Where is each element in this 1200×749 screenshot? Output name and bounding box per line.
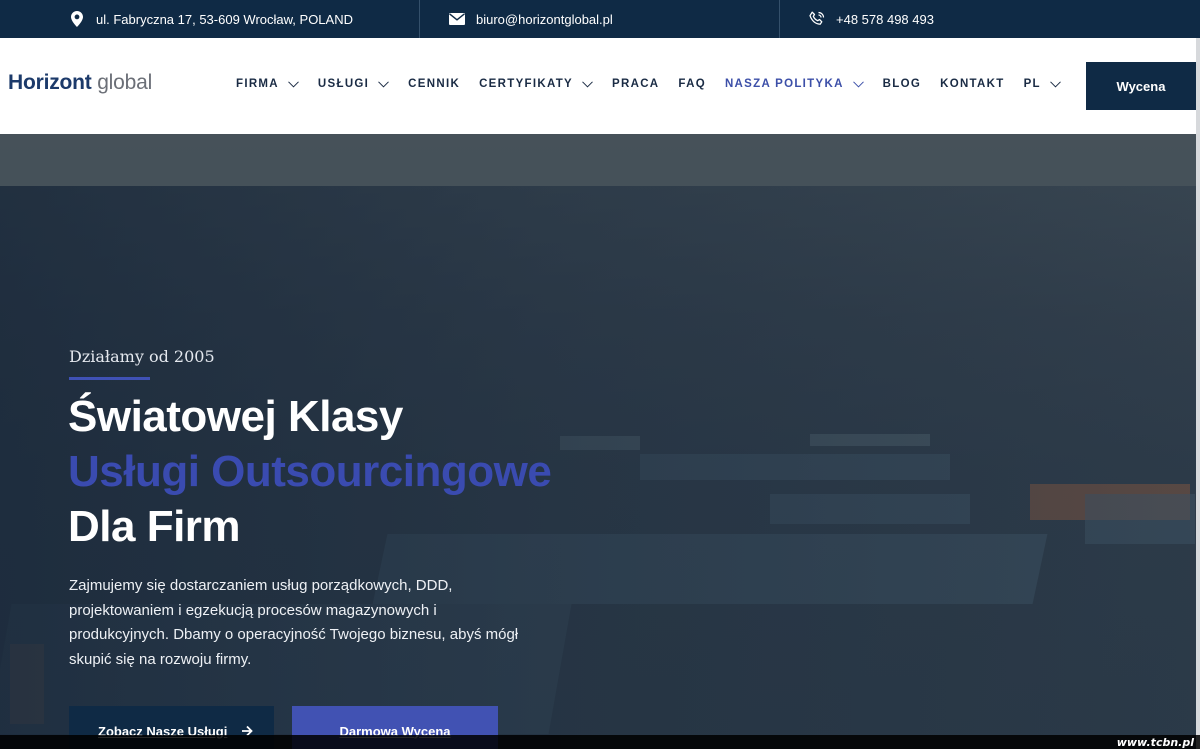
- nav-label: FIRMA: [236, 78, 279, 90]
- nav-item-cennik[interactable]: CENNIK: [408, 78, 460, 90]
- address-item: ul. Fabryczna 17, 53-609 Wrocław, POLAND: [0, 0, 420, 38]
- nav-item-firma[interactable]: FIRMA: [236, 78, 299, 90]
- hero-section: Działamy od 2005 Światowej Klasy Usługi …: [0, 134, 1196, 749]
- chevron-down-icon: [1050, 80, 1061, 88]
- nav-label: USŁUGI: [317, 78, 370, 90]
- logo-bold-text: Horizont: [8, 71, 92, 94]
- hero-title-line3: Dla Firm: [68, 502, 241, 551]
- nav-label: KONTAKT: [940, 78, 1005, 90]
- chevron-down-icon: [852, 80, 864, 88]
- kicker-underline: [69, 377, 150, 380]
- nav-item-uslugi[interactable]: USŁUGI: [317, 78, 390, 90]
- nav-label: FAQ: [678, 78, 706, 90]
- watermark-text: www.tcbn.pl: [1116, 736, 1194, 749]
- quote-button[interactable]: Wycena: [1086, 62, 1196, 110]
- hero-description: Zajmujemy się dostarczaniem usług porząd…: [69, 577, 519, 668]
- nav-label: CERTYFIKATY: [479, 78, 574, 90]
- hero-title-line1: Światowej Klasy: [68, 392, 403, 441]
- hero-title-line2: Usługi Outsourcingowe: [68, 447, 552, 496]
- nav-item-praca[interactable]: PRACA: [612, 78, 659, 90]
- language-selector[interactable]: PL: [1024, 78, 1061, 90]
- nav-label: PRACA: [612, 78, 660, 90]
- nav-item-kontakt[interactable]: KONTAKT: [940, 78, 1004, 90]
- chevron-down-icon: [378, 80, 390, 88]
- nav-item-nasza-polityka[interactable]: NASZA POLITYKA: [725, 78, 864, 90]
- site-header: Horizont global FIRMA USŁUGI CENNIK CERT…: [0, 38, 1200, 134]
- chevron-down-icon: [288, 80, 299, 88]
- phone-item[interactable]: +48 578 498 493: [780, 0, 934, 38]
- nav-label: PL: [1023, 78, 1041, 90]
- site-logo[interactable]: Horizont global: [8, 71, 152, 95]
- envelope-icon: [448, 10, 466, 28]
- nav-label: BLOG: [882, 78, 922, 90]
- watermark-strip: [0, 735, 1200, 749]
- nav-item-certyfikaty[interactable]: CERTYFIKATY: [479, 78, 593, 90]
- email-link[interactable]: biuro@horizontglobal.pl: [476, 12, 613, 27]
- main-navigation: FIRMA USŁUGI CENNIK CERTYFIKATY PRACA FA…: [236, 78, 1080, 90]
- phone-link[interactable]: +48 578 498 493: [836, 12, 934, 27]
- page-scrollbar[interactable]: [1196, 38, 1200, 749]
- nav-label: NASZA POLITYKA: [724, 78, 844, 90]
- map-pin-icon: [68, 10, 86, 28]
- email-item[interactable]: biuro@horizontglobal.pl: [420, 0, 780, 38]
- address-text: ul. Fabryczna 17, 53-609 Wrocław, POLAND: [96, 11, 353, 27]
- hero-kicker: Działamy od 2005: [69, 347, 215, 366]
- chevron-down-icon: [582, 80, 593, 88]
- top-contact-bar: ul. Fabryczna 17, 53-609 Wrocław, POLAND…: [0, 0, 1200, 38]
- nav-item-faq[interactable]: FAQ: [678, 78, 706, 90]
- nav-label: CENNIK: [408, 78, 461, 90]
- nav-item-blog[interactable]: BLOG: [883, 78, 921, 90]
- logo-light-text: global: [91, 71, 153, 94]
- hero-top-band: [0, 134, 1196, 186]
- phone-icon: [808, 10, 826, 28]
